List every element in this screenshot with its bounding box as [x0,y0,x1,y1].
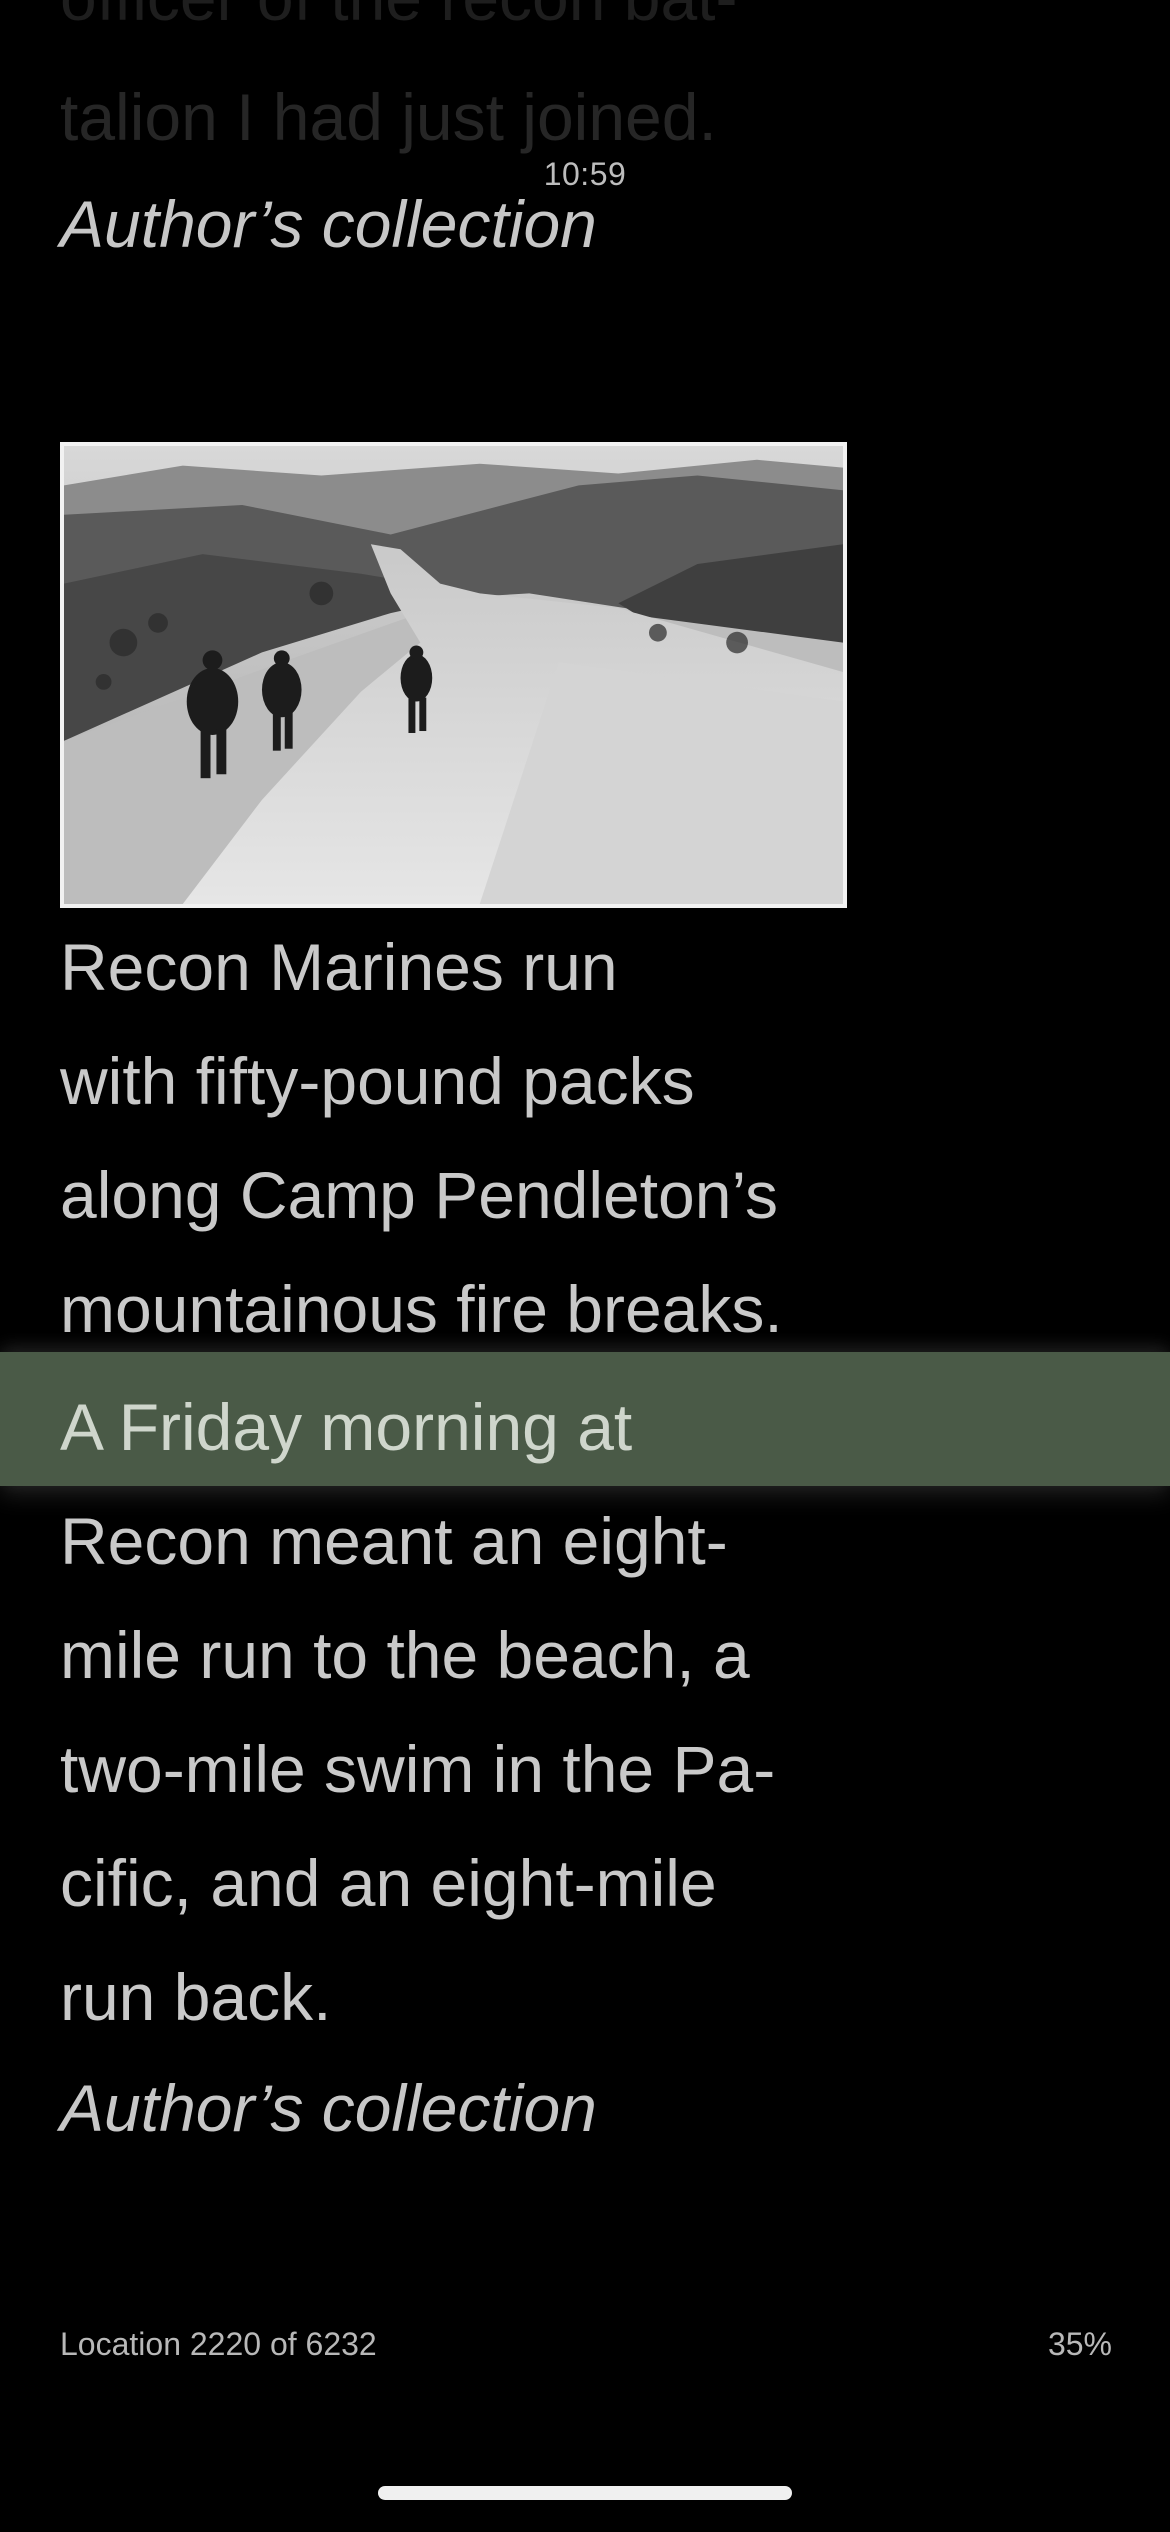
home-indicator[interactable] [378,2486,792,2500]
photo-credit-top: Author’s collection [60,187,597,261]
caption-line-2: with fifty-pound packs [60,1044,695,1118]
photo-credit-bottom: Author’s collection [60,2071,597,2145]
caption-line-1: Recon Marines run [60,930,618,1004]
highlighted-text-line[interactable]: A Friday morning at [60,1370,632,1484]
body-line-4: cific, and an eight-mile [60,1846,717,1920]
caption-line-4: mountainous fire breaks. [60,1272,783,1346]
photo-recon-marines[interactable] [60,442,847,908]
body-line-2: mile run to the beach, a [60,1618,750,1692]
previous-page-line-1: officer of the recon bat- [60,0,738,54]
body-line-3: two-mile swim in the Pa- [60,1732,776,1806]
photo-image [64,446,843,904]
caption-line-3: along Camp Pendleton’s [60,1158,778,1232]
body-line-5: run back. [60,1960,332,2034]
reading-location[interactable]: Location 2220 of 6232 [60,2326,377,2363]
body-line-1: Recon meant an eight- [60,1504,728,1578]
reading-progress-percent[interactable]: 35% [1048,2326,1112,2363]
